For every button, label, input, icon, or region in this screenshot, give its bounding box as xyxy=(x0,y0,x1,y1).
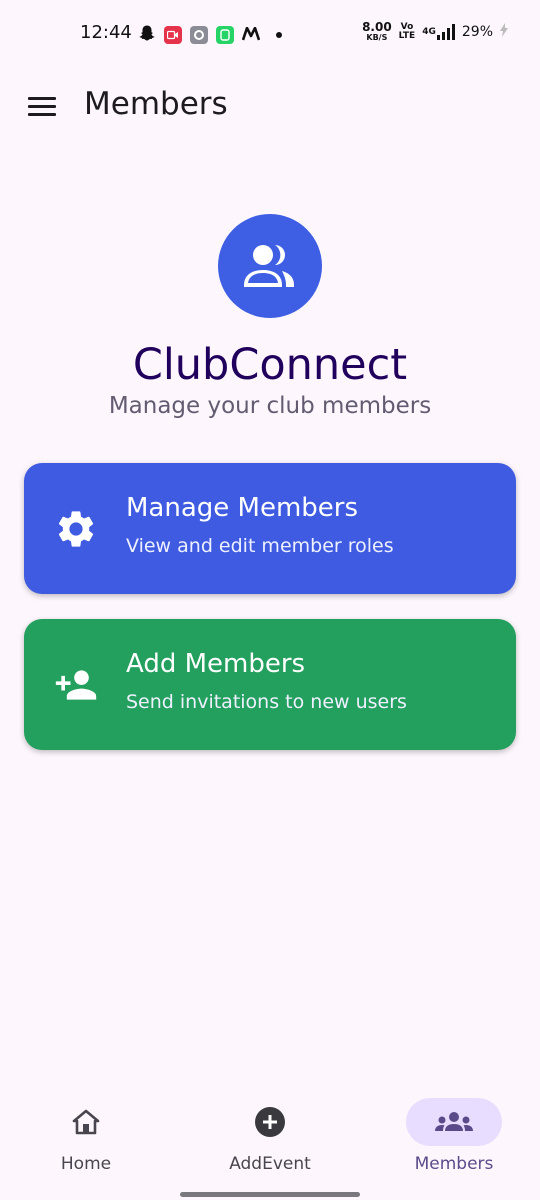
card-description: Send invitations to new users xyxy=(126,691,407,713)
nav-label: AddEvent xyxy=(229,1154,311,1174)
settings-app-icon xyxy=(190,26,208,44)
menu-button[interactable] xyxy=(22,88,62,124)
card-description: View and edit member roles xyxy=(126,535,394,557)
video-app-icon xyxy=(164,26,182,44)
app-name: ClubConnect xyxy=(132,340,408,390)
nav-label: Members xyxy=(414,1154,494,1174)
menu-icon xyxy=(28,97,56,100)
volte-indicator: Vo LTE xyxy=(398,22,416,41)
m-app-icon xyxy=(241,26,261,45)
more-notifications-dot xyxy=(276,32,282,38)
bottom-navigation: Home AddEvent Members xyxy=(0,1080,540,1200)
groups-icon xyxy=(435,1112,473,1131)
page-title: Members xyxy=(84,86,228,122)
card-title: Add Members xyxy=(126,649,306,679)
nav-item-addevent[interactable]: AddEvent xyxy=(180,1080,360,1188)
whatsapp-business-icon xyxy=(216,26,234,44)
club-avatar xyxy=(218,214,322,318)
group-icon xyxy=(244,245,294,287)
system-indicators: 8.00 KB/S Vo LTE 4G 29% xyxy=(362,20,508,42)
nav-item-members[interactable]: Members xyxy=(364,1080,540,1188)
signal-indicator: 4G xyxy=(422,24,455,40)
status-bar: 12:44 8.00 KB/S Vo LTE 4G 29% xyxy=(0,0,540,68)
snapchat-icon xyxy=(138,24,156,46)
nav-label: Home xyxy=(60,1154,112,1174)
settings-gear-icon xyxy=(58,511,94,547)
top-app-bar: Members xyxy=(0,68,540,144)
card-title: Manage Members xyxy=(126,493,359,523)
network-speed: 8.00 KB/S xyxy=(362,20,392,42)
status-time: 12:44 xyxy=(80,22,132,43)
notification-icons xyxy=(138,24,282,46)
manage-members-card[interactable]: Manage Members View and edit member role… xyxy=(24,463,516,594)
person-add-icon xyxy=(55,670,97,700)
battery-percent: 29% xyxy=(461,24,493,40)
add-members-card[interactable]: Add Members Send invitations to new user… xyxy=(24,619,516,750)
signal-bars-icon xyxy=(436,24,455,40)
app-tagline: Manage your club members xyxy=(108,393,432,419)
nav-item-home[interactable]: Home xyxy=(0,1080,176,1188)
add-circle-icon xyxy=(255,1107,285,1137)
battery-charging-icon xyxy=(500,23,508,41)
home-icon xyxy=(72,1109,100,1135)
active-indicator xyxy=(406,1098,502,1146)
gesture-home-indicator[interactable] xyxy=(180,1192,360,1197)
